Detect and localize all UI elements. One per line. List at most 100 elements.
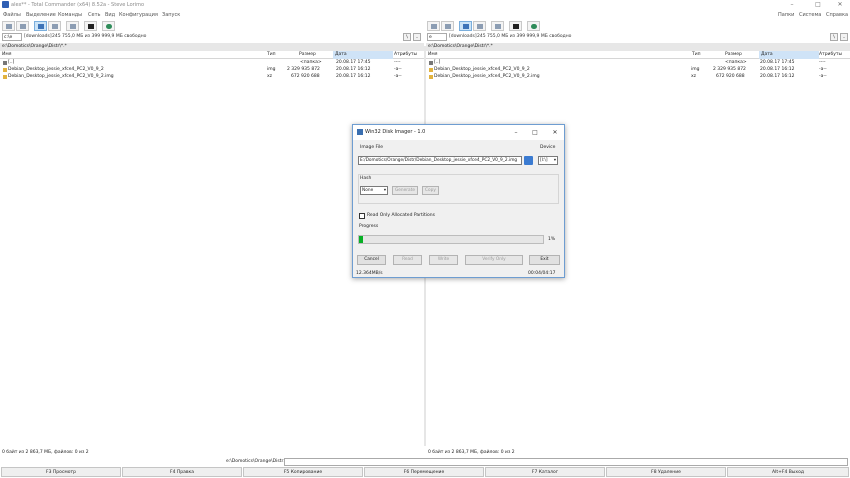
file-icon: [429, 75, 433, 79]
col-name[interactable]: Имя: [428, 51, 437, 59]
table-row[interactable]: Debian_Desktop_jessie_xfce4_PC2_V0_9_2 i…: [0, 67, 424, 73]
speed-readout: 12.364MB/s: [356, 271, 383, 276]
hash-select[interactable]: None ▾: [360, 186, 388, 195]
table-row[interactable]: Debian_Desktop_jessie_xfce4_PC2_V0_9_2.i…: [426, 74, 850, 80]
tree-icon[interactable]: [427, 21, 440, 31]
tree-icon[interactable]: [2, 21, 15, 31]
tree-alt-icon[interactable]: [16, 21, 29, 31]
menu-selection[interactable]: Выделение: [26, 12, 56, 18]
table-row[interactable]: Debian_Desktop_jessie_xfce4_PC2_V0_9_2 i…: [426, 67, 850, 73]
device-select[interactable]: [I:\] ▾: [538, 156, 558, 165]
left-drive-select[interactable]: c:\e: [2, 33, 22, 41]
f5-copy-button[interactable]: F5 Копирование: [243, 467, 363, 477]
menu-help[interactable]: Справка: [826, 12, 848, 18]
thumbnail-icon[interactable]: [491, 21, 504, 31]
menu-configuration[interactable]: Конфигурация: [119, 12, 158, 18]
table-row[interactable]: [..] <папка> 20.08.17 17:45 ----: [426, 60, 850, 66]
device-value: [I:\]: [540, 158, 548, 163]
dialog-close-button[interactable]: ✕: [546, 127, 564, 138]
detail-view-icon[interactable]: [473, 21, 486, 31]
file-icon: [3, 68, 7, 72]
file-attr: ----: [819, 60, 826, 65]
thumbnail-icon[interactable]: [66, 21, 79, 31]
generate-button[interactable]: Generate: [392, 186, 418, 195]
terminal-icon[interactable]: [509, 21, 522, 31]
f8-delete-button[interactable]: F8 Удаление: [606, 467, 726, 477]
file-name: Debian_Desktop_jessie_xfce4_PC2_V0_9_2: [434, 67, 530, 72]
left-drive-row: c:\e [downloads] 245 755,0 МБ из 399 999…: [2, 33, 422, 42]
f4-edit-button[interactable]: F4 Правка: [122, 467, 242, 477]
right-drive-select[interactable]: e: [427, 33, 447, 41]
brief-view-icon[interactable]: [34, 21, 47, 31]
write-button[interactable]: Write: [429, 255, 458, 265]
verify-only-button[interactable]: Verify Only: [465, 255, 523, 265]
dialog-maximize-button[interactable]: □: [526, 127, 544, 138]
col-attr[interactable]: Атрибуты: [819, 51, 842, 59]
terminal-icon[interactable]: [84, 21, 97, 31]
file-type: img: [267, 67, 276, 72]
f3-view-button[interactable]: F3 Просмотр: [1, 467, 121, 477]
file-attr: -a--: [394, 67, 402, 72]
right-path-bar[interactable]: e:\Domotics\Orange\Distr\*.*: [426, 43, 850, 51]
menu-commands[interactable]: Команды: [58, 12, 82, 18]
detail-view-icon[interactable]: [48, 21, 61, 31]
menu-folders[interactable]: Папки: [778, 12, 794, 18]
file-attr: -a--: [819, 67, 827, 72]
left-up-button[interactable]: ..: [413, 33, 421, 41]
dialog-title-bar[interactable]: Win32 Disk Imager - 1.0 – □ ✕: [353, 125, 564, 140]
image-file-input[interactable]: E:/Domotics/Orange/Distr/Debian_Desktop_…: [358, 156, 522, 165]
progress-fill: [359, 236, 363, 243]
copy-button[interactable]: Copy: [422, 186, 439, 195]
folder-browse-icon[interactable]: [524, 156, 533, 165]
read-button[interactable]: Read: [393, 255, 422, 265]
time-readout: 00:04/04:17: [528, 271, 556, 276]
progress-percent: 1%: [548, 237, 556, 242]
file-attr: -a--: [394, 74, 402, 79]
device-label: Device: [540, 145, 556, 150]
maximize-button[interactable]: □: [808, 0, 828, 10]
globe-icon[interactable]: [102, 21, 115, 31]
menu-view[interactable]: Вид: [105, 12, 115, 18]
col-size[interactable]: Размер: [299, 51, 316, 59]
col-size[interactable]: Размер: [725, 51, 742, 59]
folder-up-icon: [429, 61, 433, 65]
right-up-button[interactable]: ..: [840, 33, 848, 41]
file-name: Debian_Desktop_jessie_xfce4_PC2_V0_9_2.i…: [434, 74, 540, 79]
close-button[interactable]: ✕: [830, 0, 850, 10]
menu-files[interactable]: Файлы: [3, 12, 21, 18]
col-type[interactable]: Тип: [267, 51, 276, 59]
cancel-button[interactable]: Cancel: [357, 255, 386, 265]
col-name[interactable]: Имя: [2, 51, 11, 59]
exit-button[interactable]: Exit: [529, 255, 560, 265]
col-date[interactable]: Дата: [333, 51, 393, 59]
file-date: 20.08.17 17:45: [336, 60, 371, 65]
read-only-checkbox[interactable]: [359, 213, 365, 219]
f7-mkdir-button[interactable]: F7 Каталог: [485, 467, 605, 477]
right-root-button[interactable]: \: [830, 33, 838, 41]
col-type[interactable]: Тип: [692, 51, 701, 59]
dialog-minimize-button[interactable]: –: [507, 127, 525, 138]
folder-up-icon: [3, 61, 7, 65]
alt-f4-exit-button[interactable]: Alt+F4 Выход: [727, 467, 849, 477]
globe-icon[interactable]: [527, 21, 540, 31]
left-root-button[interactable]: \: [403, 33, 411, 41]
right-column-header: Имя Тип Размер Дата Атрибуты: [426, 51, 850, 59]
title-bar: alex** - Total Commander (x64) 8.52a - S…: [0, 0, 850, 10]
file-icon: [429, 68, 433, 72]
col-attr[interactable]: Атрибуты: [394, 51, 417, 59]
minimize-button[interactable]: –: [782, 0, 802, 10]
menu-system[interactable]: Система: [799, 12, 821, 18]
menu-network[interactable]: Сеть: [88, 12, 100, 18]
col-date[interactable]: Дата: [759, 51, 819, 59]
tree-alt-icon[interactable]: [441, 21, 454, 31]
file-size: 672 920 688: [716, 74, 745, 79]
right-toolbar: [427, 21, 547, 32]
file-name: [..]: [8, 60, 15, 65]
f6-move-button[interactable]: F6 Перемещение: [364, 467, 484, 477]
command-input[interactable]: [284, 458, 848, 466]
table-row[interactable]: Debian_Desktop_jessie_xfce4_PC2_V0_9_2.i…: [0, 74, 424, 80]
table-row[interactable]: [..] <папка> 20.08.17 17:45 ----: [0, 60, 424, 66]
menu-start[interactable]: Запуск: [162, 12, 180, 18]
left-path-bar[interactable]: e:\Domotics\Orange\Distr\*.*: [0, 43, 424, 51]
brief-view-icon[interactable]: [459, 21, 472, 31]
